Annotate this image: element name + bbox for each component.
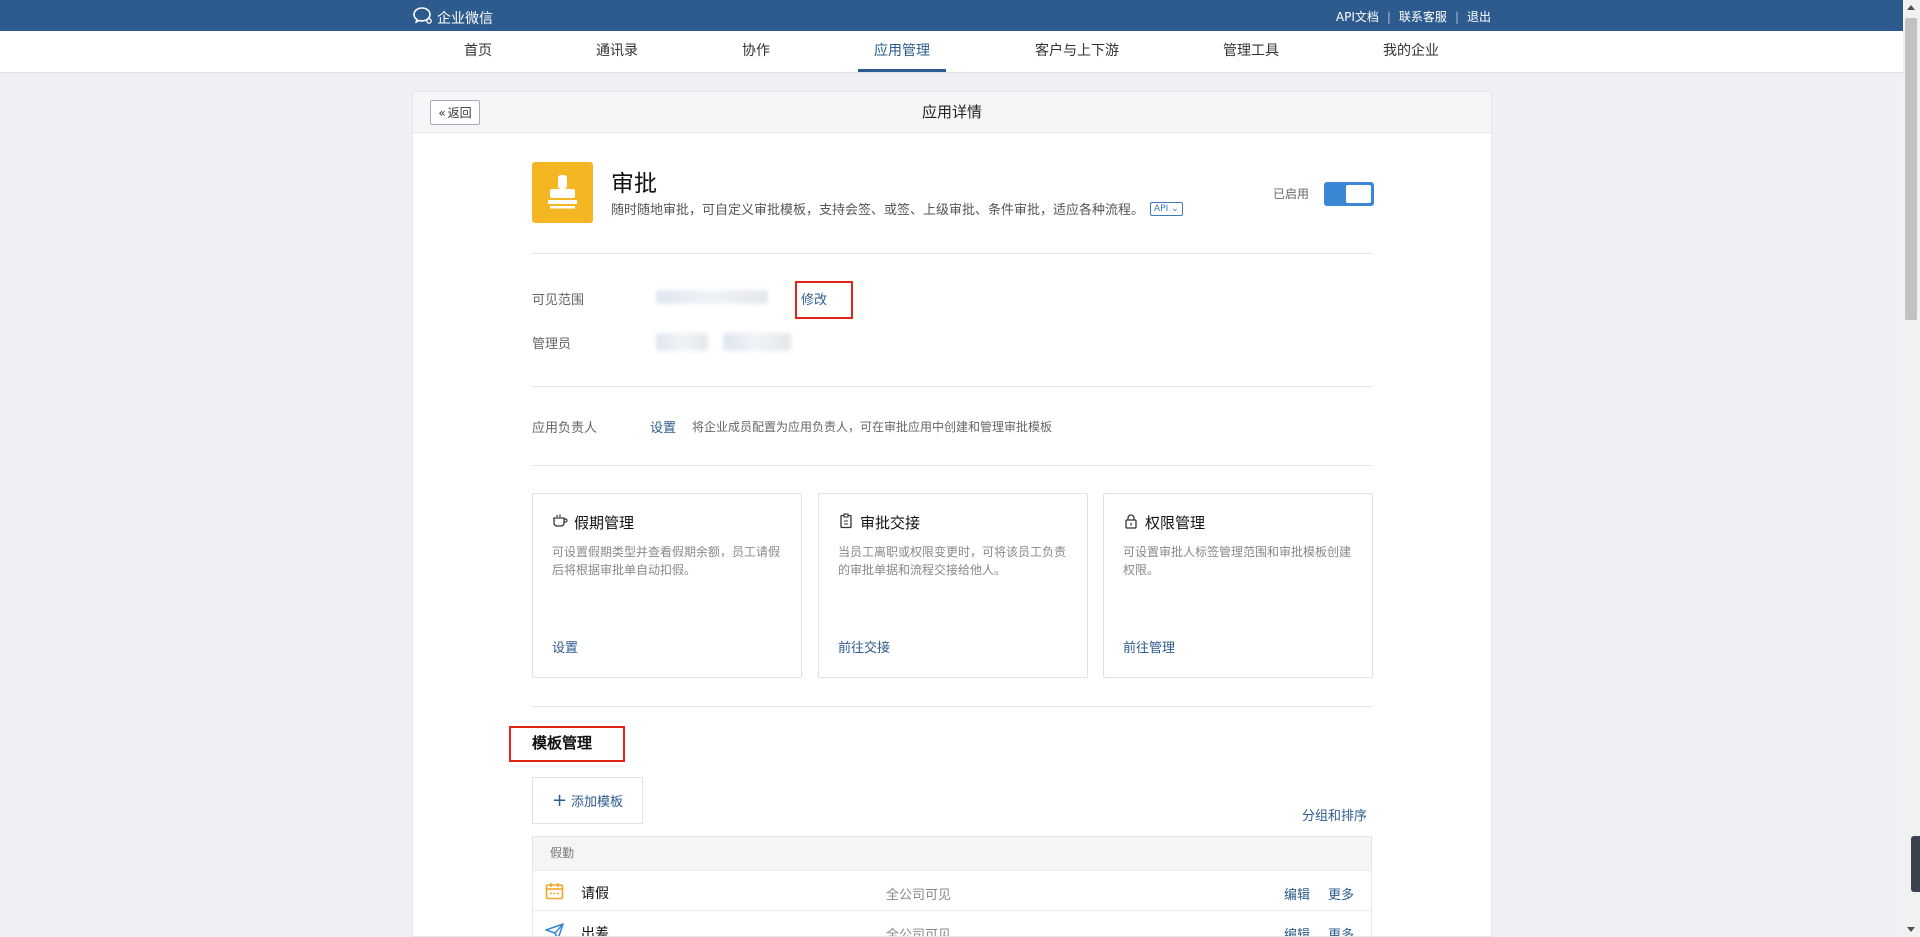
template-scope: 全公司可见 <box>886 928 952 937</box>
card-action-link[interactable]: 设置 <box>552 637 578 656</box>
api-badge-label: API <box>1154 203 1169 214</box>
divider <box>532 465 1372 466</box>
template-group-header: 假勤 <box>533 837 1371 870</box>
card-title-label: 假期管理 <box>574 514 635 532</box>
main-nav: 首页 通讯录 协作 应用管理 客户与上下游 管理工具 我的企业 <box>0 31 1920 73</box>
card-title: 权限管理 <box>1123 512 1205 533</box>
template-name: 请假 <box>581 886 609 902</box>
clipboard-icon <box>838 512 854 533</box>
more-link[interactable]: 更多 <box>1328 924 1354 936</box>
api-docs-link[interactable]: API文档 <box>1336 8 1379 25</box>
lock-icon <box>1123 513 1139 533</box>
scroll-up-arrow-icon[interactable] <box>1907 5 1915 10</box>
highlight-box <box>795 281 853 319</box>
app-description: 随时随地审批，可自定义审批模板，支持会签、或签、上级审批、条件审批，适应各种流程… <box>611 203 1145 218</box>
double-chevron-left-icon: « <box>438 105 446 120</box>
table-row[interactable]: 请假 全公司可见 编辑 更多 <box>533 870 1371 910</box>
back-button[interactable]: « 返回 <box>430 100 480 125</box>
divider: | <box>1386 9 1391 24</box>
enable-toggle[interactable] <box>1324 182 1374 206</box>
cup-icon <box>552 513 568 533</box>
card-permission-management: 权限管理 可设置审批人标签管理范围和审批模板创建权限。 前往管理 <box>1103 493 1373 678</box>
visible-range-value <box>656 290 768 304</box>
scrollbar-thumb[interactable] <box>1905 18 1917 320</box>
edit-template-link[interactable]: 编辑 <box>1284 924 1310 936</box>
card-description: 当员工离职或权限变更时，可将该员工负责的审批单据和流程交接给他人。 <box>838 545 1067 577</box>
app-owner-label: 应用负责人 <box>532 421 598 436</box>
floating-side-widget[interactable] <box>1911 836 1920 892</box>
template-table: 假勤 请假 全公司可见 编辑 更多 出差 全公司可见 编辑 更多 <box>532 836 1372 937</box>
admin-avatar-1 <box>656 333 708 351</box>
back-label: 返回 <box>447 106 472 120</box>
logout-link[interactable]: 退出 <box>1467 8 1491 25</box>
toggle-knob <box>1346 185 1371 203</box>
scroll-down-arrow-icon[interactable] <box>1907 927 1915 932</box>
card-approval-handover: 审批交接 当员工离职或权限变更时，可将该员工负责的审批单据和流程交接给他人。 前… <box>818 493 1088 678</box>
card-action-link[interactable]: 前往交接 <box>838 637 890 656</box>
nav-item-contacts[interactable]: 通讯录 <box>596 31 638 72</box>
nav-item-collaboration[interactable]: 协作 <box>742 31 770 72</box>
page-title: 应用详情 <box>921 103 982 121</box>
set-owner-link[interactable]: 设置 <box>650 417 676 436</box>
card-title-label: 权限管理 <box>1145 514 1206 532</box>
owner-hint: 将企业成员配置为应用负责人，可在审批应用中创建和管理审批模板 <box>692 420 1053 434</box>
plane-icon <box>545 922 564 936</box>
divider <box>532 706 1372 707</box>
card-action-link[interactable]: 前往管理 <box>1123 637 1175 656</box>
card-leave-management: 假期管理 可设置假期类型并查看假期余额，员工请假后将根据审批单自动扣假。 设置 <box>532 493 802 678</box>
nav-item-customers[interactable]: 客户与上下游 <box>1035 31 1119 72</box>
nav-item-home[interactable]: 首页 <box>464 31 492 72</box>
card-title-label: 审批交接 <box>860 514 921 532</box>
stamp-icon <box>532 162 593 223</box>
nav-item-management-tools[interactable]: 管理工具 <box>1223 31 1279 72</box>
template-scope: 全公司可见 <box>886 888 952 903</box>
card-title: 假期管理 <box>552 512 634 533</box>
more-link[interactable]: 更多 <box>1328 884 1354 903</box>
top-links: API文档 | 联系客服 | 退出 <box>1336 8 1491 25</box>
group-and-sort-link[interactable]: 分组和排序 <box>1302 805 1367 824</box>
plus-icon: + <box>551 789 568 811</box>
template-name: 出差 <box>581 926 609 937</box>
divider <box>532 253 1372 254</box>
add-template-label: 添加模板 <box>571 795 624 810</box>
admin-label: 管理员 <box>532 337 572 352</box>
status-label: 已启用 <box>1273 187 1310 201</box>
api-dropdown[interactable]: API ⌄ <box>1150 201 1183 216</box>
divider <box>532 386 1372 387</box>
app-detail-panel: 应用详情 « 返回 审批 随时随地审批，可自定义审批模板，支持会签、或签、上级审… <box>412 91 1492 937</box>
logo[interactable]: 企业微信 <box>412 6 493 29</box>
wecom-logo-icon <box>412 6 434 29</box>
top-bar: 企业微信 API文档 | 联系客服 | 退出 <box>0 0 1920 31</box>
card-description: 可设置审批人标签管理范围和审批模板创建权限。 <box>1123 545 1352 577</box>
page-scrollbar[interactable] <box>1903 0 1920 937</box>
highlight-box <box>509 726 625 762</box>
card-description: 可设置假期类型并查看假期余额，员工请假后将根据审批单自动扣假。 <box>552 545 781 577</box>
add-template-button[interactable]: + 添加模板 <box>532 777 643 824</box>
app-name: 审批 <box>611 171 657 197</box>
edit-template-link[interactable]: 编辑 <box>1284 884 1310 903</box>
divider: | <box>1454 9 1459 24</box>
admin-avatar-2 <box>723 333 791 351</box>
contact-support-link[interactable]: 联系客服 <box>1399 8 1447 25</box>
nav-item-app-management[interactable]: 应用管理 <box>858 31 946 72</box>
nav-item-my-company[interactable]: 我的企业 <box>1383 31 1439 72</box>
table-row[interactable]: 出差 全公司可见 编辑 更多 <box>533 910 1371 937</box>
visible-range-label: 可见范围 <box>532 293 585 308</box>
logo-text: 企业微信 <box>437 10 493 27</box>
panel-header: 应用详情 « 返回 <box>413 92 1491 133</box>
calendar-icon <box>545 882 564 900</box>
app-description-row: 随时随地审批，可自定义审批模板，支持会签、或签、上级审批、条件审批，适应各种流程… <box>611 199 1183 218</box>
card-title: 审批交接 <box>838 512 920 533</box>
